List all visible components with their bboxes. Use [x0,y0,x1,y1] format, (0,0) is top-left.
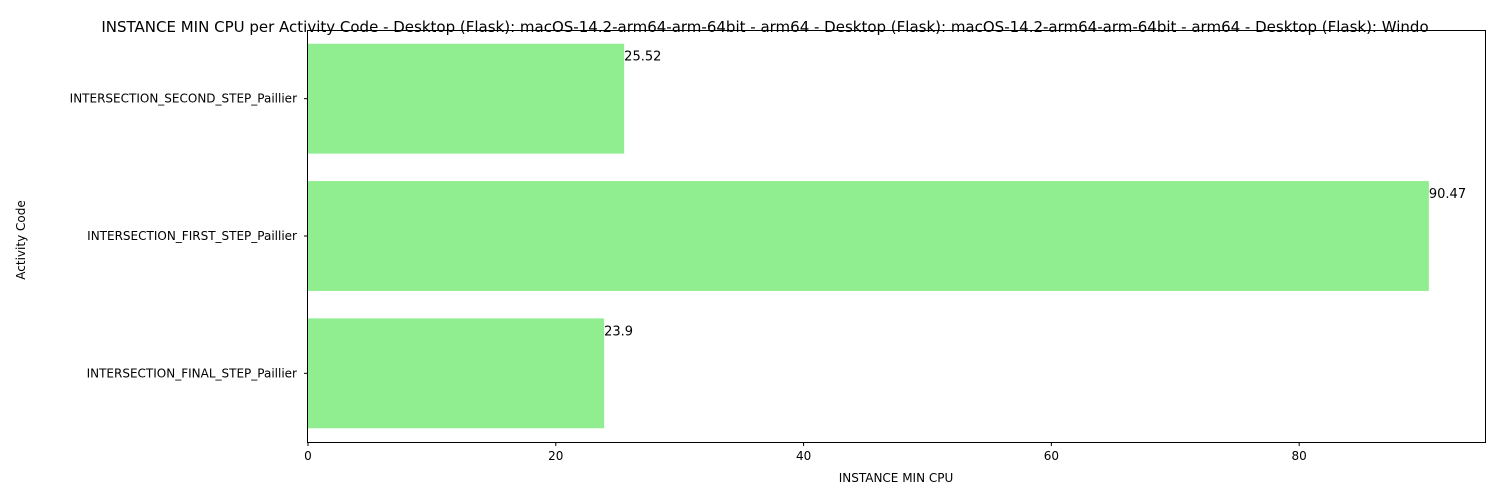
bar [308,318,605,429]
bar-value-label: 90.47 [1429,187,1466,202]
bar [308,181,1429,291]
x-tick-label: 80 [1292,449,1307,463]
y-tick-label: INTERSECTION_FIRST_STEP_Paillier [87,229,297,243]
x-tick-label: 0 [304,449,312,463]
x-tick-label: 60 [1044,449,1059,463]
x-axis-label: INSTANCE MIN CPU [839,471,954,485]
y-axis-label: Activity Code [14,200,28,279]
chart: INSTANCE MIN CPU per Activity Code - Des… [0,0,1500,500]
chart-title: INSTANCE MIN CPU per Activity Code - Des… [101,18,1428,36]
x-tick-label: 40 [796,449,811,463]
y-tick-label: INTERSECTION_SECOND_STEP_Paillier [70,92,297,106]
bar [308,43,625,154]
bar-value-label: 25.52 [624,50,661,65]
y-tick-label: INTERSECTION_FINAL_STEP_Paillier [87,366,297,380]
bar-value-label: 23.9 [604,324,633,339]
x-tick-label: 20 [548,449,563,463]
